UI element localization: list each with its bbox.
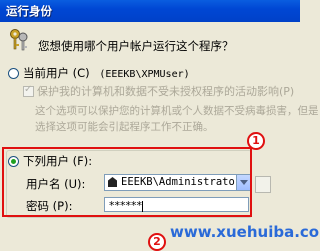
protect-note-line2: 选择这项可能会引起程序工作不正确。 (35, 121, 214, 133)
callout-1: 1 (247, 132, 265, 150)
keys-icon (10, 29, 28, 51)
callout-2: 2 (148, 233, 166, 251)
current-user-label-text: 当前用户 (C) (23, 66, 90, 80)
window-title: 运行身份 (6, 4, 52, 18)
watermark: www.xuehuiba.com (170, 223, 320, 241)
annotation-highlight-box (2, 147, 252, 217)
title-bar: 运行身份 (0, 0, 300, 22)
browse-button[interactable] (255, 176, 271, 193)
protect-checkbox-label: 保护我的计算机和数据不受未授权程序的活动影响(P) (37, 85, 295, 98)
current-user-account: (EEEKB\XPMUser) (99, 69, 190, 80)
current-user-radio[interactable] (8, 68, 19, 79)
protect-note-line1: 这个选项可以保护您的计算机或个人数据不受病毒损害，但是 (35, 105, 319, 117)
prompt-question: 您想使用哪个用户帐户运行这个程序？ (38, 39, 234, 53)
current-user-label[interactable]: 当前用户 (C) (EEEKB\XPMUser) (23, 65, 190, 81)
protect-checkbox[interactable] (23, 84, 34, 97)
